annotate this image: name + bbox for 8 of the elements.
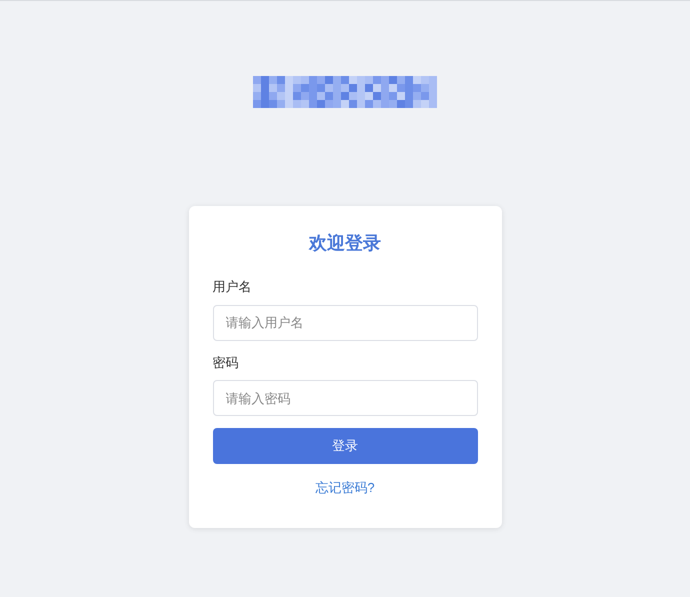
pixelated-logo-icon (253, 76, 437, 108)
input-field[interactable]: 请输入用户名 (212, 304, 478, 340)
card-title: 欢迎登录 (308, 232, 382, 255)
field-label: 用户名 (212, 278, 252, 296)
login-button[interactable]: 登录 (212, 428, 478, 464)
forgot-password-link[interactable]: 忘记密码? (315, 480, 375, 495)
input-field[interactable]: 请输入密码 (212, 380, 478, 416)
field-label: 密码 (212, 354, 240, 372)
